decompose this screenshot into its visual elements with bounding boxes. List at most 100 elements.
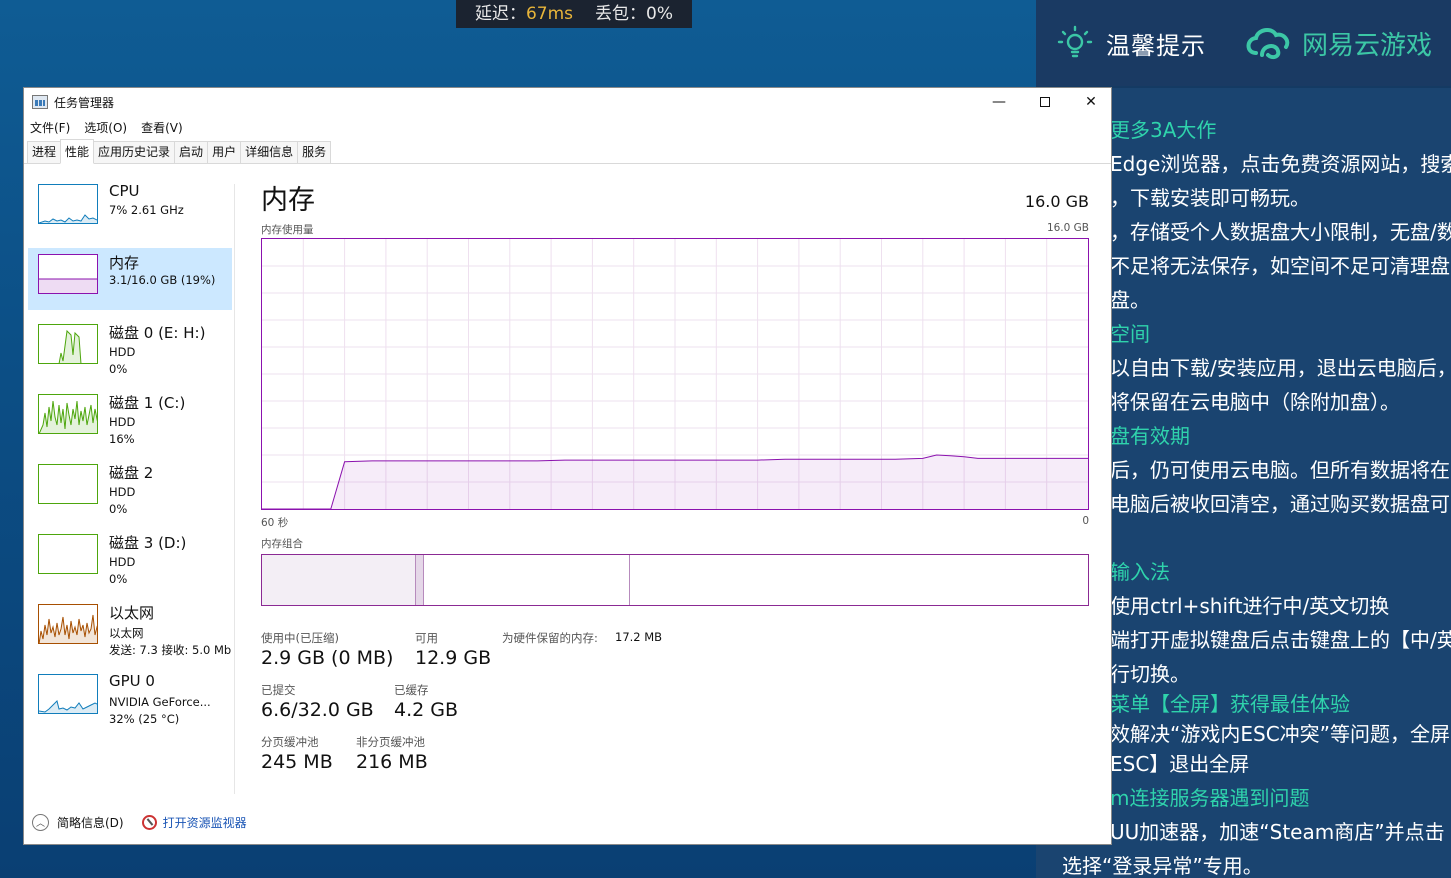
maximize-button[interactable] <box>1022 88 1068 116</box>
tip-text: 电脑后被收回清空，通过购买数据盘可 <box>1110 492 1450 516</box>
hardware-reserved-value: 17.2 MB <box>615 630 663 644</box>
sidebar-item-detail: NVIDIA GeForce... <box>109 695 211 709</box>
sidebar-item-value: 0% <box>109 572 128 586</box>
brand-logo: 网易云游戏 <box>1242 23 1432 63</box>
tip-text: 后，仍可使用云电脑。但所有数据将在 <box>1110 458 1450 482</box>
footer: ︿ 简略信息(D) 打开资源监视器 <box>32 810 247 834</box>
sidebar-item-name: 磁盘 3 (D:) <box>109 534 187 552</box>
sidebar-item-detail: 7% 2.61 GHz <box>109 203 184 217</box>
sidebar-item-name: GPU 0 <box>109 672 155 690</box>
sidebar-item-value: 16% <box>109 432 135 446</box>
sidebar-item-name: 内存 <box>109 254 140 272</box>
sidebar-item-graph <box>38 464 98 504</box>
tip-text: ，下载安装即可畅玩。 <box>1110 186 1310 210</box>
tip-text: 端打开虚拟键盘后点击键盘上的【中/英 <box>1110 628 1451 652</box>
composition-in-use[interactable] <box>262 555 416 605</box>
sidebar-item-name: 以太网 <box>109 604 155 622</box>
sidebar-item-graph <box>38 394 98 434</box>
sidebar-item-detail: HDD <box>109 555 136 569</box>
tab-details[interactable]: 详细信息 <box>240 141 299 163</box>
open-resource-monitor-link[interactable]: 打开资源监视器 <box>163 814 247 831</box>
memory-composition-bar[interactable] <box>261 554 1089 606</box>
tip-text: 行切换。 <box>1110 662 1190 686</box>
sidebar-item-graph <box>38 534 98 574</box>
memory-usage-area <box>262 455 1088 509</box>
tip-text: 使用ctrl+shift进行中/英文切换 <box>1110 594 1390 618</box>
sidebar-item-name: 磁盘 1 (C:) <box>109 394 186 412</box>
tab-services[interactable]: 服务 <box>297 141 332 163</box>
sidebar-item-graph <box>38 604 98 644</box>
tab-app-history[interactable]: 应用历史记录 <box>93 141 176 163</box>
tip-heading: m连接服务器遇到问题 <box>1110 786 1310 810</box>
composition-modified[interactable] <box>416 555 424 605</box>
usage-chart-max: 16.0 GB <box>1046 222 1089 234</box>
tip-heading: 输入法 <box>1110 560 1170 584</box>
sidebar-item-disk-0[interactable]: 磁盘 0 (E: H:) HDD 0% <box>28 318 232 380</box>
sidebar-item-detail: HDD <box>109 345 136 359</box>
tab-users[interactable]: 用户 <box>207 141 242 163</box>
tab-startup[interactable]: 启动 <box>174 141 209 163</box>
usage-chart-label: 内存使用量 <box>261 224 314 236</box>
brand-name: 网易云游戏 <box>1302 30 1433 61</box>
menu-file[interactable]: 文件(F) <box>30 119 70 136</box>
tip-text: 选择“登录异常”专用。 <box>1062 854 1263 878</box>
memory-usage-chart <box>261 238 1089 510</box>
nonpaged-pool-label: 非分页缓冲池 <box>356 735 425 749</box>
packet-loss-value: 0% <box>646 4 674 24</box>
memory-detail-pane: 内存 16.0 GB 内存使用量 16.0 GB 60 秒 0 内存组合 使用中… <box>261 178 1091 818</box>
memory-usage-chart-svg <box>261 238 1089 510</box>
cached-label: 已缓存 <box>394 683 429 697</box>
tip-text: Edge浏览器，点击免费资源网站，搜索 <box>1110 152 1451 176</box>
sidebar-item-gpu-0[interactable]: GPU 0 NVIDIA GeForce... 32% (25 °C) <box>28 668 232 730</box>
composition-standby[interactable] <box>424 555 630 605</box>
in-use-value: 2.9 GB (0 MB) <box>261 647 394 669</box>
task-manager-window: 任务管理器 — ✕ 文件(F) 选项(O) 查看(V) 进程 性能 应用历史记录… <box>23 87 1112 845</box>
sidebar-item-graph <box>38 324 98 364</box>
menu-view[interactable]: 查看(V) <box>141 119 183 136</box>
sidebar-item-cpu[interactable]: CPU 7% 2.61 GHz <box>28 178 232 240</box>
cached-value: 4.2 GB <box>394 699 459 721</box>
packet-loss-item: 丢包：0% <box>595 4 674 24</box>
tip-text: UU加速器，加速“Steam商店”并点击 <box>1110 820 1445 844</box>
available-value: 12.9 GB <box>415 647 492 669</box>
sidebar-item-value: 32% (25 °C) <box>109 712 180 726</box>
close-button[interactable]: ✕ <box>1068 88 1114 116</box>
sidebar-item-disk-3[interactable]: 磁盘 3 (D:) HDD 0% <box>28 528 232 590</box>
latency-value: 67ms <box>525 4 574 24</box>
maximize-icon <box>1040 97 1050 107</box>
committed-value: 6.6/32.0 GB <box>261 699 374 721</box>
tip-heading: 菜单【全屏】获得最佳体验 <box>1110 692 1350 716</box>
sidebar-item-value: 发送: 7.3 接收: 5.0 Mb <box>109 643 232 657</box>
sidebar-item-disk-2[interactable]: 磁盘 2 HDD 0% <box>28 458 232 520</box>
tab-performance[interactable]: 性能 <box>60 139 95 164</box>
page-title: 内存 <box>261 185 315 216</box>
nonpaged-pool-value: 216 MB <box>356 751 428 773</box>
paged-pool-label: 分页缓冲池 <box>261 735 319 749</box>
menu-options[interactable]: 选项(O) <box>84 119 127 136</box>
chevron-up-icon[interactable]: ︿ <box>32 813 49 831</box>
sidebar-item-disk-1[interactable]: 磁盘 1 (C:) HDD 16% <box>28 388 232 450</box>
tab-bar: 进程 性能 应用历史记录 启动 用户 详细信息 服务 <box>24 138 1111 164</box>
window-title: 任务管理器 <box>54 95 115 110</box>
sidebar-item-name: 磁盘 0 (E: H:) <box>109 324 206 342</box>
brief-info-link[interactable]: 简略信息(D) <box>57 814 124 831</box>
menu-bar: 文件(F) 选项(O) 查看(V) <box>24 116 1111 138</box>
sidebar-item-detail: HDD <box>109 415 136 429</box>
close-icon: ✕ <box>1085 94 1097 110</box>
tip-text: 将保留在云电脑中（除附加盘）。 <box>1110 390 1400 414</box>
x-axis-start-label: 60 秒 <box>261 517 289 529</box>
tip-heading: 盘有效期 <box>1110 424 1190 448</box>
hardware-reserved-label: 为硬件保留的内存: <box>502 631 598 645</box>
title-bar[interactable]: 任务管理器 — ✕ <box>24 88 1111 116</box>
tip-heading: 空间 <box>1110 322 1150 346</box>
sidebar-item-ethernet[interactable]: 以太网 以太网 发送: 7.3 接收: 5.0 Mb <box>28 598 232 660</box>
sidebar-item-memory[interactable]: 内存 3.1/16.0 GB (19%) <box>28 248 232 310</box>
sidebar-divider <box>234 184 235 794</box>
lightbulb-icon <box>1056 24 1094 62</box>
sidebar-item-name: CPU <box>109 182 140 200</box>
resource-monitor-icon <box>141 814 157 830</box>
tab-processes[interactable]: 进程 <box>27 141 62 163</box>
minimize-button[interactable]: — <box>976 88 1022 116</box>
total-memory: 16.0 GB <box>1024 192 1089 211</box>
resource-list: CPU 7% 2.61 GHz 内存 3.1/16.0 GB (19%) 磁盘 0 (E… <box>28 178 238 818</box>
